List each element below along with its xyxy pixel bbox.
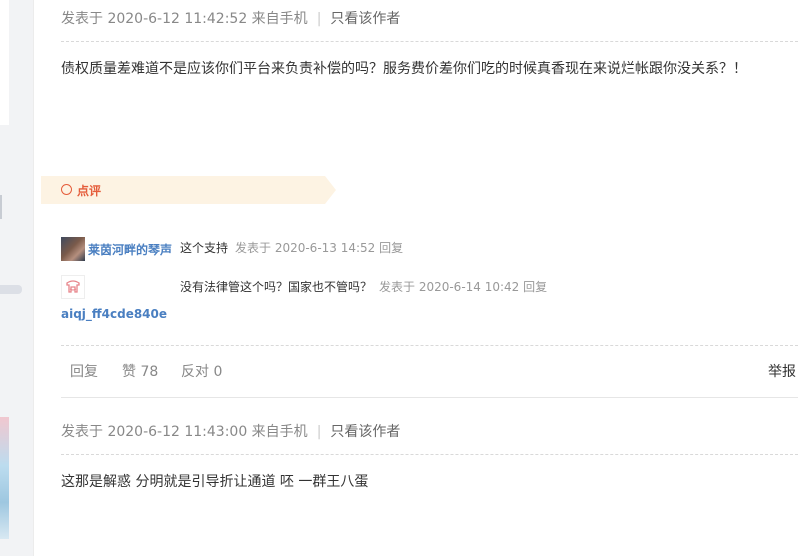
comment-time: 发表于 2020-6-14 10:42 回复 — [379, 278, 547, 295]
post-content: 这那是解惑 分明就是引导折让通道 呸 一群王八蛋 — [61, 474, 369, 490]
comment-user-link[interactable]: aiqj_ff4cde840e — [61, 307, 167, 321]
avatar-default-glyph — [66, 280, 80, 293]
sidebar-scroll-handle[interactable] — [0, 285, 22, 294]
sidebar-tick — [0, 195, 2, 219]
review-label: 点评 — [77, 184, 102, 198]
post-time: 发表于 2020-6-12 11:43:00 来自手机 — [61, 424, 308, 440]
comment-reply-link[interactable]: 回复 — [523, 280, 547, 294]
review-divider — [61, 345, 798, 346]
only-author-link[interactable]: 只看该作者 — [330, 424, 400, 440]
left-sidebar-edge — [0, 0, 33, 556]
column-divider — [33, 0, 34, 556]
post-separator — [61, 397, 798, 398]
like-button[interactable]: 赞 78 — [122, 361, 158, 381]
review-circle-icon — [61, 184, 72, 195]
sidebar-card-edge — [0, 0, 9, 125]
avatar-default-icon[interactable] — [61, 275, 85, 299]
meta-divider — [61, 454, 798, 455]
comment-reply-link[interactable]: 回复 — [379, 241, 403, 255]
comment-text: 这个支持 — [180, 241, 229, 255]
comment-time-text: 发表于 2020-6-14 10:42 — [379, 280, 520, 294]
post-meta: 发表于 2020-6-12 11:43:00 来自手机 | 只看该作者 — [61, 421, 400, 441]
post-time: 发表于 2020-6-12 11:42:52 来自手机 — [61, 11, 308, 27]
comment-user-link[interactable]: 莱茵河畔的琴声 — [88, 241, 172, 258]
post-meta: 发表于 2020-6-12 11:42:52 来自手机 | 只看该作者 — [61, 8, 400, 28]
sidebar-ad-thumbnail[interactable] — [0, 417, 9, 539]
reply-button[interactable]: 回复 — [70, 361, 98, 381]
review-banner: 点评 — [41, 176, 336, 204]
comment-time-text: 发表于 2020-6-13 14:52 — [235, 241, 376, 255]
avatar-photo-icon[interactable] — [61, 237, 85, 261]
meta-separator: | — [316, 11, 322, 27]
post-content: 债权质量差难道不是应该你们平台来负责补偿的吗？服务费价差你们吃的时候真香现在来说… — [61, 61, 747, 77]
oppose-button[interactable]: 反对 0 — [181, 361, 222, 381]
report-button[interactable]: 举报 — [768, 361, 796, 381]
only-author-link[interactable]: 只看该作者 — [330, 11, 400, 27]
comment-text: 没有法律管这个吗？国家也不管吗？ — [180, 280, 373, 294]
meta-separator: | — [316, 424, 322, 440]
comment-time: 发表于 2020-6-13 14:52 回复 — [235, 239, 403, 256]
meta-divider — [61, 41, 798, 42]
